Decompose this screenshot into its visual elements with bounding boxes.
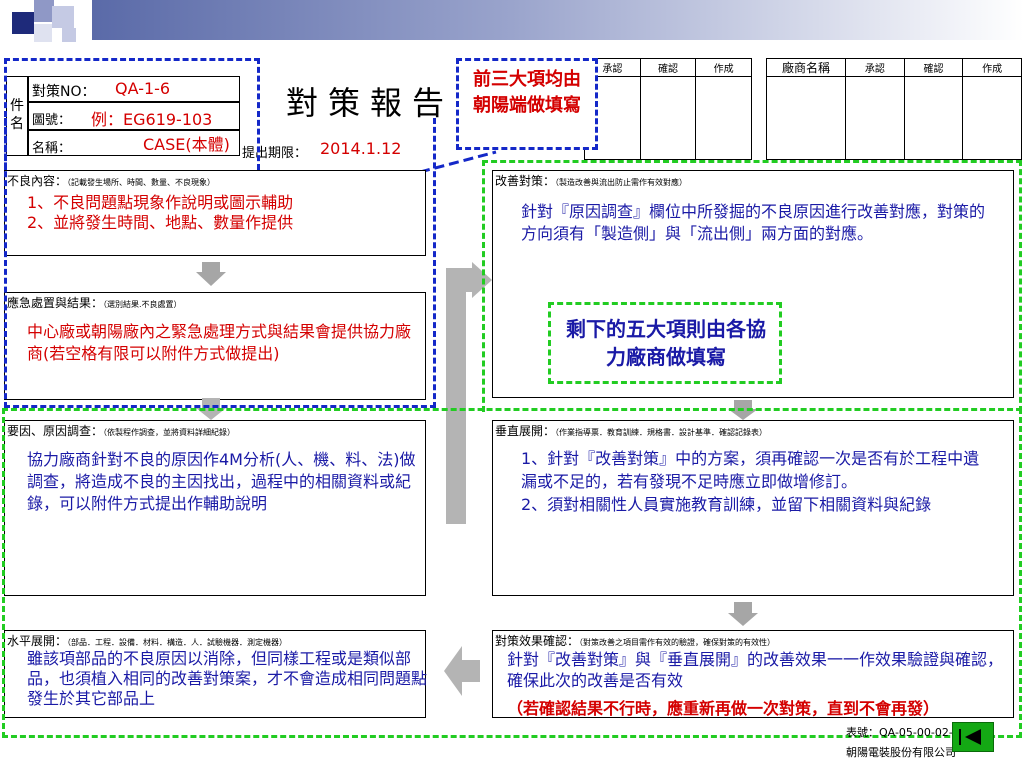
callout-top: 前三大項均由朝陽端做填寫 xyxy=(456,58,598,150)
company-name: 朝陽電裝股份有限公司 xyxy=(846,746,956,759)
approval-table: 承認 確認 作成 xyxy=(584,58,752,160)
vendor-approval-table: 廠商名稱 承認 確認 作成 xyxy=(766,58,1022,160)
logo-squares xyxy=(0,0,90,44)
header-bar xyxy=(92,0,1024,40)
region-chaoyang-lower xyxy=(4,118,436,408)
nav-back-button[interactable] xyxy=(952,722,994,752)
region-vendor xyxy=(2,408,1022,738)
form-number: 表號：QA-05-00-02-0 xyxy=(846,726,960,739)
region-vendor-upper xyxy=(482,160,1022,412)
back-triangle-icon xyxy=(959,729,981,745)
